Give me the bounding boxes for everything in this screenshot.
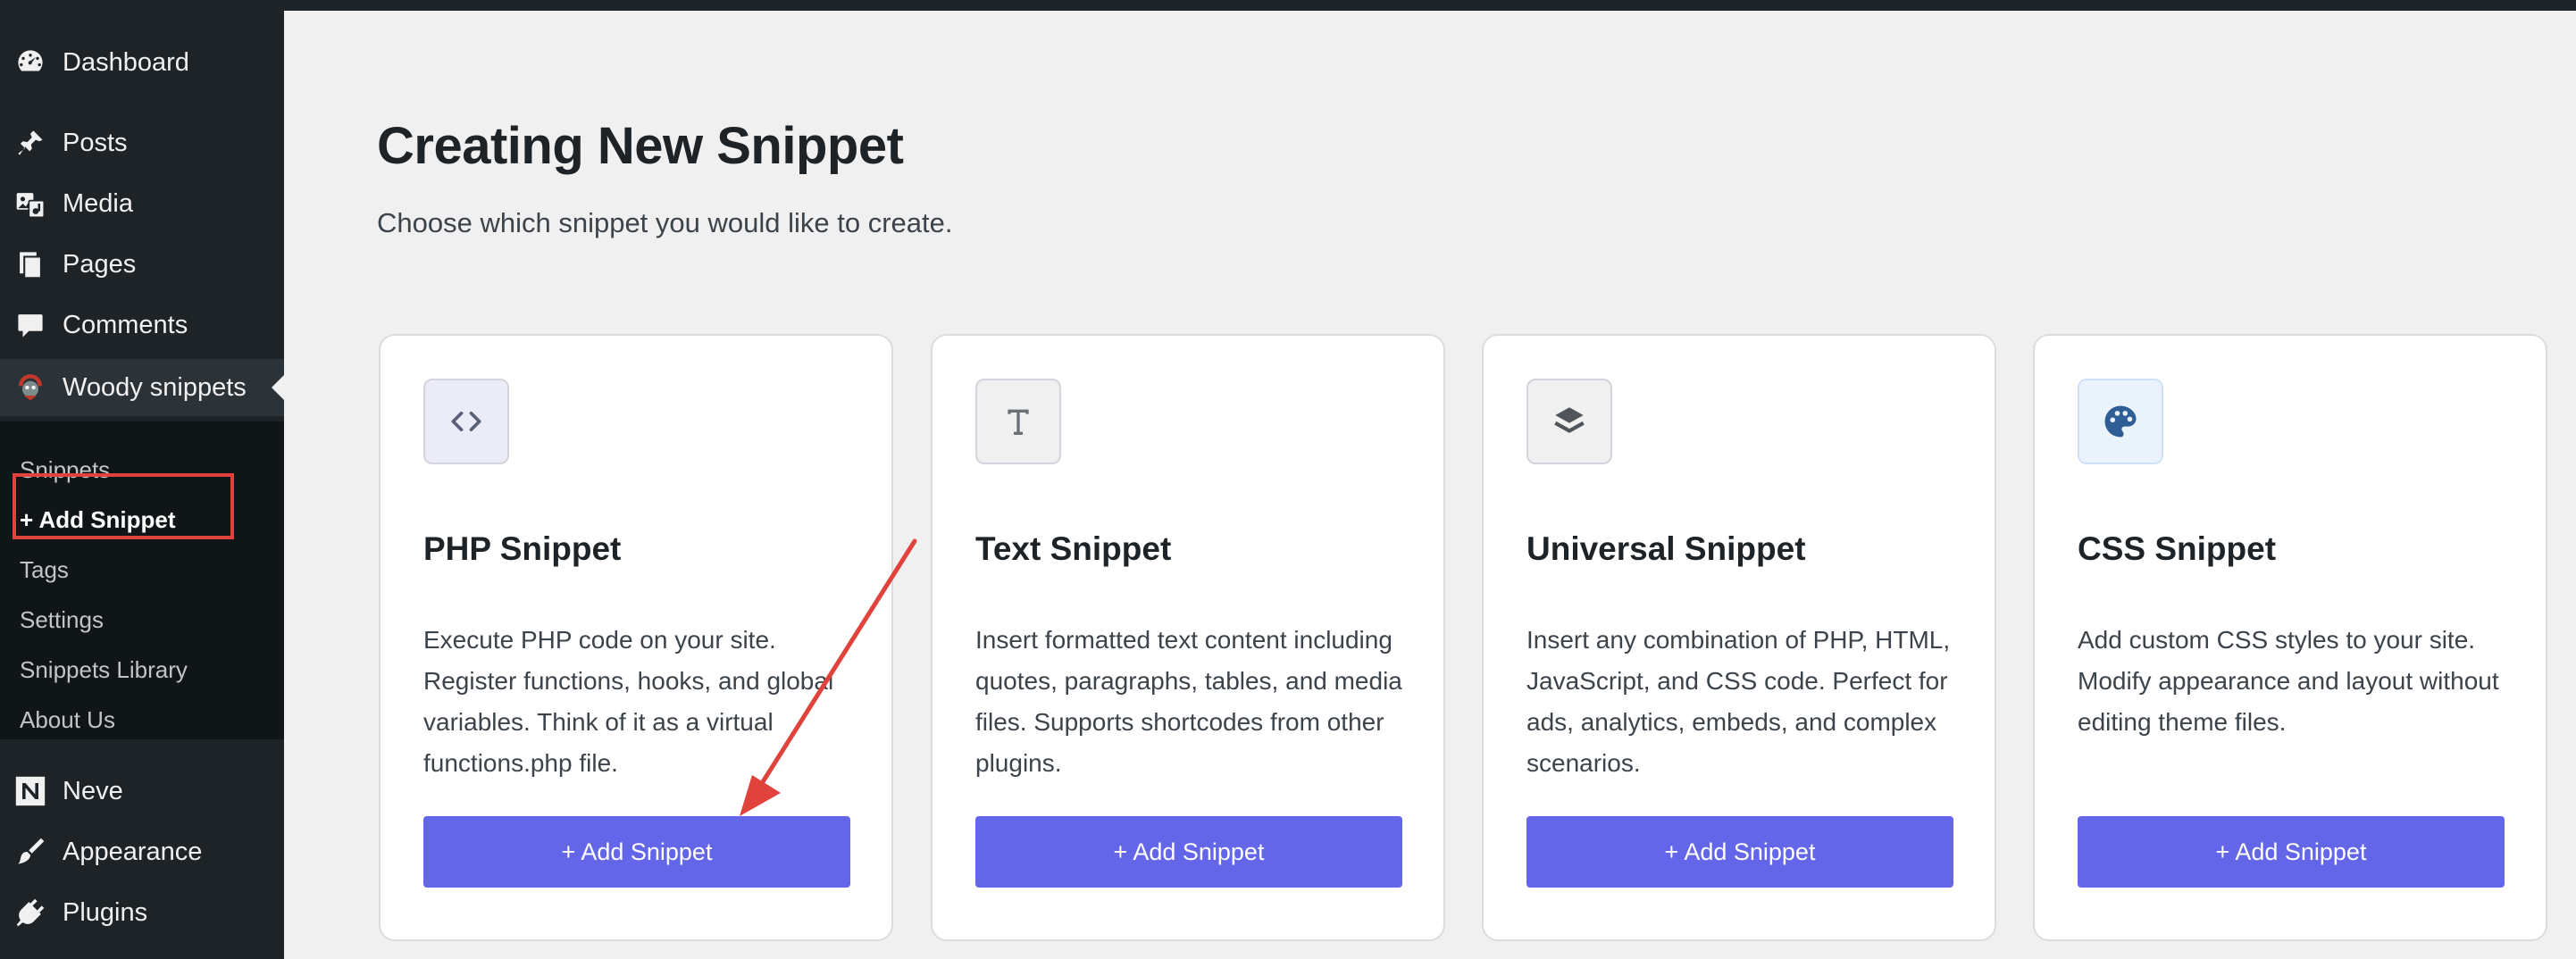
sidebar-item-label: Woody snippets xyxy=(63,372,247,402)
text-icon xyxy=(975,379,1061,464)
sidebar-item-label: Neve xyxy=(63,776,123,805)
woody-logo-icon xyxy=(14,371,46,404)
admin-bar xyxy=(0,0,2576,11)
add-php-snippet-button[interactable]: + Add Snippet xyxy=(423,816,850,888)
card-description: Insert formatted text content including … xyxy=(975,626,1402,777)
admin-sidebar: Dashboard Posts Media Pages Comments Woo… xyxy=(0,0,284,959)
pin-icon xyxy=(14,127,46,159)
sidebar-item-label: Plugins xyxy=(63,897,148,927)
code-icon xyxy=(423,379,509,464)
sidebar-item-label: Pages xyxy=(63,249,137,279)
sidebar-item-woody-snippets[interactable]: Woody snippets xyxy=(0,359,284,416)
page-subtitle: Choose which snippet you would like to c… xyxy=(377,207,953,238)
add-universal-snippet-button[interactable]: + Add Snippet xyxy=(1526,816,1953,888)
sidebar-item-plugins[interactable]: Plugins xyxy=(0,884,284,941)
plug-icon xyxy=(14,896,46,929)
add-css-snippet-button[interactable]: + Add Snippet xyxy=(2078,816,2505,888)
sidebar-item-dashboard[interactable]: Dashboard xyxy=(0,34,284,91)
universal-snippet-card: Universal Snippet Insert any combination… xyxy=(1482,334,1996,941)
sidebar-item-label: Comments xyxy=(63,310,188,339)
card-title: CSS Snippet xyxy=(2078,530,2277,567)
submenu-item-tags[interactable]: Tags xyxy=(20,552,69,588)
card-title: PHP Snippet xyxy=(423,530,622,567)
active-menu-pointer xyxy=(272,375,284,400)
woody-submenu: Snippets + Add Snippet Tags Settings Sni… xyxy=(0,421,284,739)
card-title: Text Snippet xyxy=(975,530,1172,567)
php-snippet-card: PHP Snippet Execute PHP code on your sit… xyxy=(379,334,893,941)
sidebar-item-appearance[interactable]: Appearance xyxy=(0,823,284,880)
annotation-highlight-box xyxy=(13,473,234,539)
main-content: Creating New Snippet Choose which snippe… xyxy=(284,11,2576,959)
text-snippet-card: Text Snippet Insert formatted text conte… xyxy=(931,334,1445,941)
sidebar-item-comments[interactable]: Comments xyxy=(0,296,284,354)
comment-icon xyxy=(14,309,46,341)
page-title: Creating New Snippet xyxy=(377,117,904,175)
sidebar-item-media[interactable]: Media xyxy=(0,175,284,232)
pages-icon xyxy=(14,248,46,280)
card-description: Add custom CSS styles to your site. Modi… xyxy=(2078,626,2499,736)
layers-icon xyxy=(1526,379,1612,464)
neve-logo-icon xyxy=(14,775,46,807)
css-snippet-card: CSS Snippet Add custom CSS styles to you… xyxy=(2033,334,2547,941)
card-description: Execute PHP code on your site. Register … xyxy=(423,626,834,777)
brush-icon xyxy=(14,836,46,868)
sidebar-item-pages[interactable]: Pages xyxy=(0,236,284,293)
sidebar-item-label: Appearance xyxy=(63,837,203,866)
palette-icon xyxy=(2078,379,2163,464)
sidebar-item-posts[interactable]: Posts xyxy=(0,114,284,171)
sidebar-item-label: Posts xyxy=(63,128,128,157)
media-icon xyxy=(14,188,46,220)
add-text-snippet-button[interactable]: + Add Snippet xyxy=(975,816,1402,888)
submenu-item-about-us[interactable]: About Us xyxy=(20,702,115,738)
dashboard-icon xyxy=(14,46,46,79)
sidebar-item-label: Dashboard xyxy=(63,47,189,77)
submenu-item-snippets-library[interactable]: Snippets Library xyxy=(20,652,188,688)
sidebar-item-label: Media xyxy=(63,188,133,218)
submenu-item-settings[interactable]: Settings xyxy=(20,602,104,638)
card-description: Insert any combination of PHP, HTML, Jav… xyxy=(1526,626,1951,777)
card-title: Universal Snippet xyxy=(1526,530,1806,567)
sidebar-item-neve[interactable]: Neve xyxy=(0,763,284,820)
